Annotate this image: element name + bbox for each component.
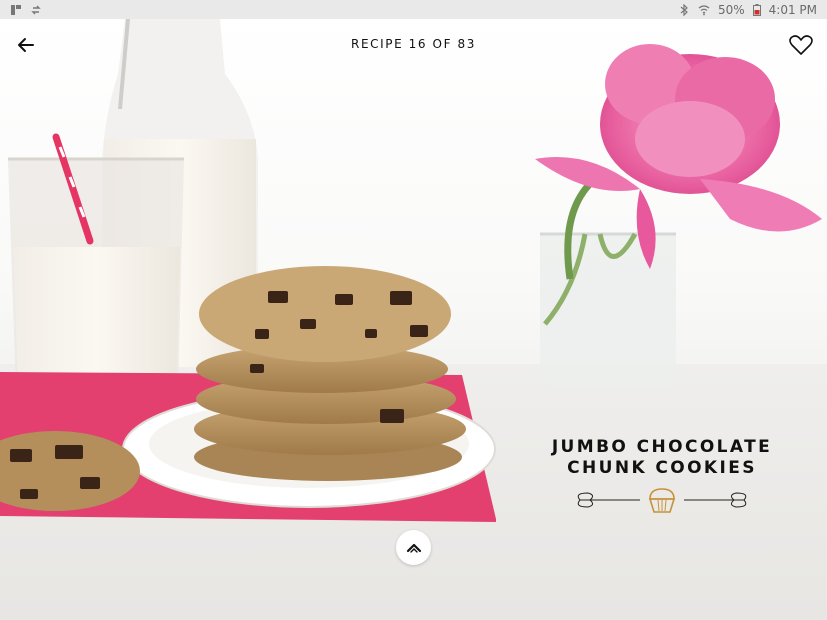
recipe-title-line-1: JUMBO CHOCOLATE bbox=[551, 437, 773, 457]
recipe-title-line-2: CHUNK COOKIES bbox=[567, 458, 757, 478]
status-bar: 50% 4:01 PM bbox=[0, 0, 827, 19]
battery-icon bbox=[752, 3, 761, 16]
notification-icon bbox=[11, 4, 21, 15]
clock: 4:01 PM bbox=[768, 2, 817, 17]
heart-outline-icon bbox=[789, 35, 813, 55]
cookie-stack bbox=[194, 266, 466, 481]
status-bar-right: 50% 4:01 PM bbox=[678, 3, 817, 17]
bluetooth-icon bbox=[680, 3, 688, 16]
app-top-bar: RECIPE 16 OF 83 bbox=[0, 19, 827, 71]
battery-percent: 50% bbox=[717, 2, 745, 17]
chevron-up-icon bbox=[406, 543, 421, 553]
recipe-title: JUMBO CHOCOLATE CHUNK COOKIES bbox=[548, 437, 776, 515]
scroll-up-button[interactable] bbox=[396, 530, 431, 565]
cupcake-icon bbox=[648, 488, 676, 513]
wifi-icon bbox=[698, 4, 710, 15]
sync-icon bbox=[31, 5, 41, 14]
flower-vase bbox=[540, 176, 676, 389]
status-bar-left bbox=[10, 4, 42, 16]
title-ornament bbox=[548, 485, 776, 515]
milk-glass bbox=[8, 133, 184, 409]
flourish-divider bbox=[577, 488, 747, 513]
recipe-counter: RECIPE 16 OF 83 bbox=[351, 37, 476, 51]
favorite-button[interactable] bbox=[787, 33, 815, 57]
